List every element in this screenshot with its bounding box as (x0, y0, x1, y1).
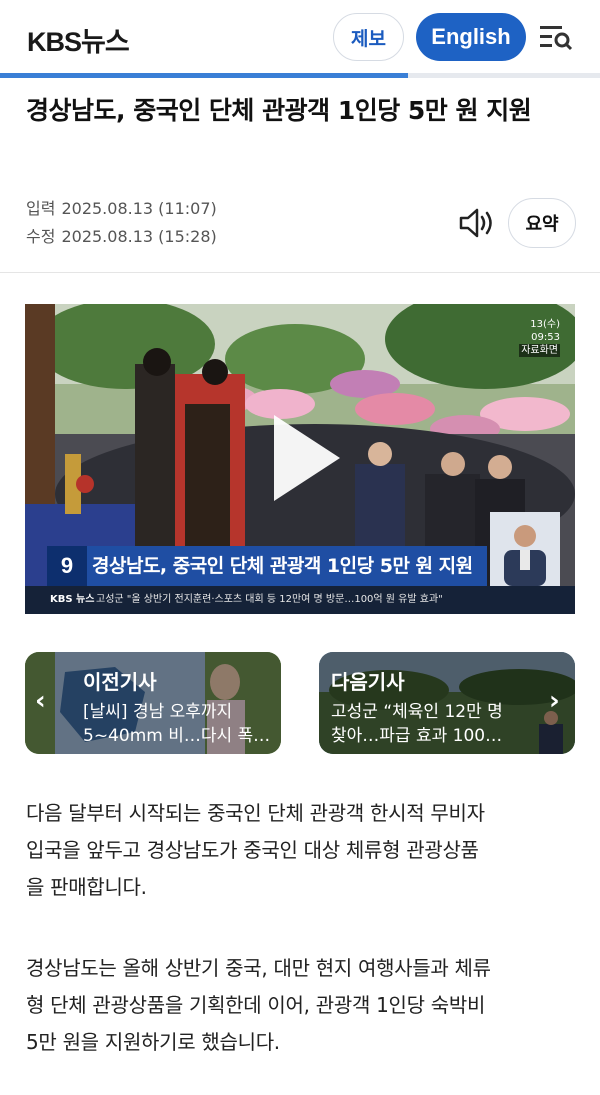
summary-button[interactable]: 요약 (508, 198, 576, 248)
caption-logo: 9 (47, 546, 87, 586)
paragraph-2-line-1: 경상남도는 올해 상반기 중국, 대만 현지 여행사들과 체류 (26, 956, 491, 980)
ticker-logo: KBS 뉴스 (50, 594, 95, 605)
next-article-card[interactable]: 다음기사 고성군 “체육인 12만 명 찾아…파급 효과 100… › (319, 652, 575, 754)
paragraph-1-line-1: 다음 달부터 시작되는 중국인 단체 관광객 한시적 무비자 (26, 801, 485, 825)
paragraph-1-line-3: 을 판매합니다. (26, 875, 147, 899)
paragraph-1-line-2: 입국을 앞두고 경상남도가 중국인 대상 체류형 관광상품 (26, 838, 479, 862)
tip-button[interactable]: 제보 (333, 13, 404, 61)
top-header: KBS뉴스 제보 English (0, 0, 600, 74)
published-date: 2025.08.13 (11:07) (61, 199, 217, 218)
sign-language-interpreter (490, 512, 560, 586)
published-label: 입력 (26, 199, 56, 218)
header-divider (0, 272, 600, 273)
chevron-right-icon: › (549, 686, 560, 716)
english-button[interactable]: English (416, 13, 526, 61)
reading-progress-fill (0, 73, 408, 78)
next-article-label: 다음기사 (331, 670, 405, 694)
previous-article-label: 이전기사 (83, 670, 157, 694)
watermark-time: 13(수) 09:53 (530, 319, 560, 343)
reading-progress-bar (0, 73, 600, 78)
previous-article-title-line1: [날씨] 경남 오후까지 (83, 702, 233, 722)
modified-date: 2025.08.13 (15:28) (61, 227, 217, 246)
previous-article-title-line2: 5~40mm 비…다시 폭… (83, 726, 271, 746)
paragraph-2-line-3: 5만 원을 지원하기로 했습니다. (26, 1030, 280, 1054)
watermark-tag: 자료화면 (519, 344, 560, 357)
article-dates: 입력 2025.08.13 (11:07) 수정 2025.08.13 (15:28… (26, 195, 217, 251)
speaker-icon[interactable] (458, 206, 496, 240)
modified-row: 수정 2025.08.13 (15:28) (26, 223, 217, 251)
logo-main: KBS (27, 27, 82, 57)
video-caption: 경상남도, 중국인 단체 관광객 1인당 5만 원 지원 (92, 555, 473, 577)
next-article-title-line2: 찾아…파급 효과 100… (331, 726, 503, 746)
paragraph-2-line-2: 형 단체 관광상품을 기획한데 이어, 관광객 1인당 숙박비 (26, 993, 486, 1017)
article-paragraph-1: 다음 달부터 시작되는 중국인 단체 관광객 한시적 무비자 입국을 앞두고 경… (26, 795, 576, 906)
kbs-news-logo[interactable]: KBS뉴스 (27, 20, 130, 59)
published-row: 입력 2025.08.13 (11:07) (26, 195, 217, 223)
next-article-title-line1: 고성군 “체육인 12만 명 (331, 702, 503, 722)
ticker-text: 고성군 "올 상반기 전지훈련·스포츠 대회 등 12만여 명 방문…100억 … (96, 594, 443, 605)
article-title: 경상남도, 중국인 단체 관광객 1인당 5만 원 지원 (26, 96, 532, 125)
previous-article-card[interactable]: ‹ 이전기사 [날씨] 경남 오후까지 5~40mm 비…다시 폭… (25, 652, 281, 754)
logo-sub: 뉴스 (81, 27, 130, 57)
play-icon[interactable] (270, 413, 342, 503)
video-watermark: 13(수) 09:53 자료화면 (500, 318, 560, 357)
chevron-left-icon: ‹ (35, 686, 46, 716)
article-paragraph-2: 경상남도는 올해 상반기 중국, 대만 현지 여행사들과 체류 형 단체 관광상… (26, 950, 576, 1061)
modified-label: 수정 (26, 227, 56, 246)
menu-search-icon[interactable] (538, 22, 574, 52)
